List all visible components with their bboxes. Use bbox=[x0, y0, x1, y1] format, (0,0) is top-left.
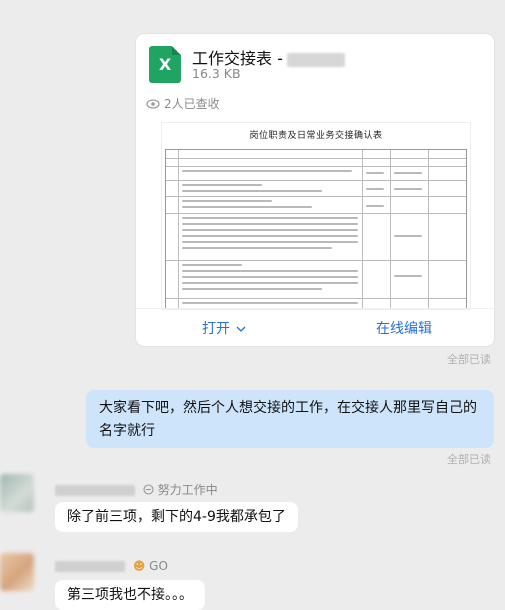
message-line: 名字就行 bbox=[99, 423, 155, 439]
read-status: 全部已读 bbox=[447, 453, 491, 466]
file-size: 16.3 KB bbox=[192, 66, 241, 81]
smile-icon: ☻ bbox=[132, 559, 146, 573]
preview-table bbox=[165, 149, 467, 309]
file-preview-thumbnail[interactable]: 岗位职责及日常业务交接确认表 bbox=[161, 122, 471, 310]
avatar[interactable] bbox=[0, 553, 34, 591]
redacted-name bbox=[55, 485, 135, 496]
status-icon bbox=[143, 484, 154, 495]
eye-icon bbox=[146, 98, 160, 109]
outgoing-message-bubble[interactable]: 大家看下吧，然后个人想交接的工作，在交接人那里写自己的 名字就行 bbox=[86, 390, 494, 448]
sender-status: ☻ GO bbox=[55, 559, 168, 573]
message-line: 大家看下吧，然后个人想交接的工作，在交接人那里写自己的 bbox=[99, 400, 477, 416]
read-receipt[interactable]: 2人已查收 bbox=[146, 95, 220, 112]
redacted-name bbox=[55, 561, 125, 572]
redacted-name bbox=[286, 52, 345, 67]
file-message-card[interactable]: X 工作交接表 - 16.3 KB 2人已查收 岗位职责及日常业务交接确认表 打… bbox=[136, 34, 494, 346]
file-card-actions: 打开 在线编辑 bbox=[136, 308, 494, 346]
message-text: 除了前三项，剩下的4-9我都承包了 bbox=[67, 509, 286, 525]
edit-online-button[interactable]: 在线编辑 bbox=[376, 318, 432, 338]
excel-file-icon: X bbox=[149, 46, 181, 83]
incoming-message-bubble[interactable]: 第三项我也不接。。。 bbox=[55, 580, 205, 610]
message-text: 第三项我也不接。。。 bbox=[67, 587, 193, 603]
open-button[interactable]: 打开 bbox=[202, 318, 246, 338]
preview-title: 岗位职责及日常业务交接确认表 bbox=[249, 131, 383, 141]
read-status: 全部已读 bbox=[447, 353, 491, 366]
incoming-message-bubble[interactable]: 除了前三项，剩下的4-9我都承包了 bbox=[55, 502, 298, 532]
avatar[interactable] bbox=[0, 474, 34, 512]
sender-status: 努力工作中 bbox=[55, 481, 218, 498]
chevron-down-icon bbox=[236, 326, 246, 332]
read-count: 2人已查收 bbox=[164, 97, 220, 111]
